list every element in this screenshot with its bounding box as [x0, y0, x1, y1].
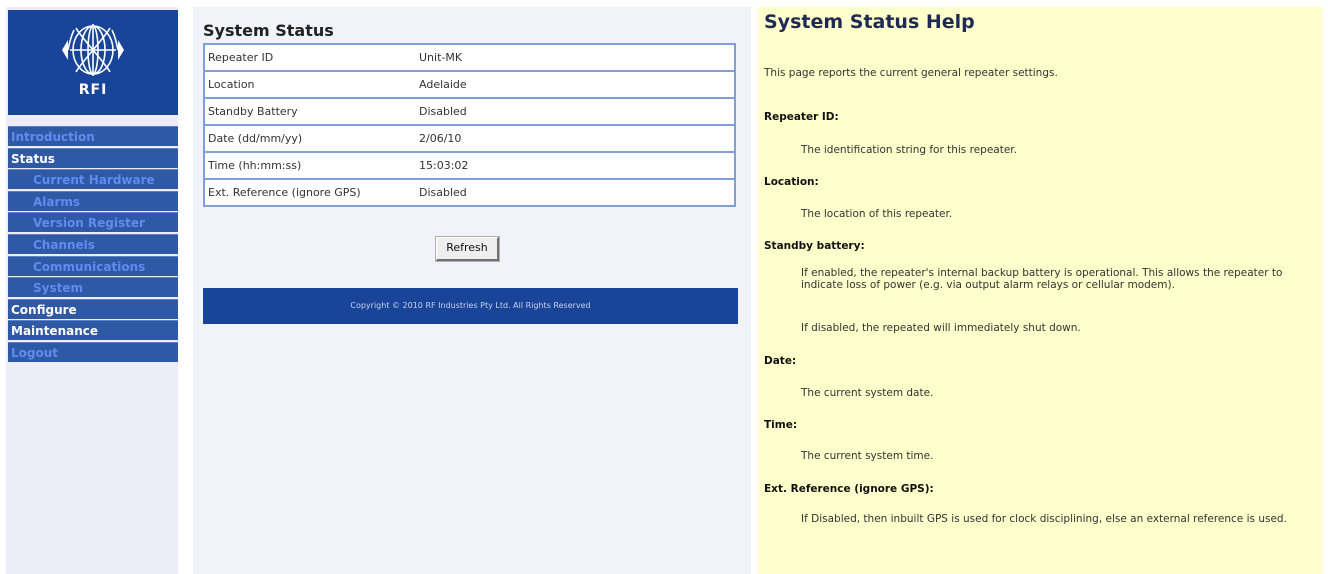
rfi-logo[interactable]: RFI — [8, 10, 178, 115]
sidebar: RFI Introduction Status Current Hardware Al… — [6, 7, 178, 574]
help-title: System Status Help — [764, 11, 975, 33]
sidebar-nav: Introduction Status Current Hardware Alarms… — [8, 126, 178, 364]
help-text-repeater-id: The identification string for this repea… — [801, 144, 1017, 156]
help-text-standby-disabled: If disabled, the repeated will immediate… — [801, 322, 1081, 334]
row-value: 15:03:02 — [419, 152, 735, 180]
antenna-logo-icon — [62, 24, 124, 76]
help-heading-date: Date: — [764, 355, 797, 367]
refresh-button[interactable]: Refresh — [435, 236, 500, 262]
row-value: Disabled — [419, 179, 735, 207]
help-panel: System Status Help This page reports the… — [758, 7, 1322, 574]
page: RFI Introduction Status Current Hardware Al… — [0, 0, 1328, 574]
main-content: System Status Repeater ID Unit-MK Location… — [193, 7, 751, 574]
sidebar-item-communications[interactable]: Communications — [8, 255, 178, 276]
help-text-standby: If enabled, the repeater's internal back… — [801, 267, 1283, 291]
help-heading-location: Location: — [764, 176, 819, 188]
table-row: Standby Battery Disabled — [204, 98, 735, 126]
page-title: System Status — [203, 21, 334, 40]
help-text-ext-ref: If Disabled, then inbuilt GPS is used fo… — [801, 513, 1287, 525]
row-label: Ext. Reference (ignore GPS) — [204, 179, 419, 207]
sidebar-item-introduction[interactable]: Introduction — [8, 126, 178, 146]
help-heading-ext-ref: Ext. Reference (ignore GPS): — [764, 483, 934, 495]
row-label: Standby Battery — [204, 98, 419, 126]
help-heading-repeater-id: Repeater ID: — [764, 111, 839, 123]
row-value: Disabled — [419, 98, 735, 126]
help-text-location: The location of this repeater. — [801, 208, 953, 220]
help-intro: This page reports the current general re… — [764, 67, 1058, 79]
help-text-time: The current system time. — [801, 450, 934, 462]
sidebar-item-alarms[interactable]: Alarms — [8, 190, 178, 211]
row-value: Adelaide — [419, 71, 735, 99]
row-label: Repeater ID — [204, 44, 419, 72]
row-value: Unit-MK — [419, 44, 735, 72]
help-text-date: The current system date. — [801, 387, 934, 399]
status-table: Repeater ID Unit-MK Location Adelaide Standb… — [203, 43, 736, 207]
row-value: 2/06/10 — [419, 125, 735, 153]
sidebar-item-status[interactable]: Status — [8, 147, 178, 168]
logo-text: RFI — [78, 82, 108, 98]
table-row: Location Adelaide — [204, 71, 735, 99]
table-row: Date (dd/mm/yy) 2/06/10 — [204, 125, 735, 153]
row-label: Time (hh:mm:ss) — [204, 152, 419, 180]
sidebar-item-channels[interactable]: Channels — [8, 233, 178, 254]
sidebar-item-configure[interactable]: Configure — [8, 298, 178, 319]
row-label: Date (dd/mm/yy) — [204, 125, 419, 153]
row-label: Location — [204, 71, 419, 99]
footer: Copyright © 2010 RF Industries Pty Ltd. … — [203, 288, 738, 324]
sidebar-item-maintenance[interactable]: Maintenance — [8, 320, 178, 341]
help-heading-standby: Standby battery: — [764, 240, 865, 252]
table-row: Repeater ID Unit-MK — [204, 44, 735, 72]
sidebar-item-logout[interactable]: Logout — [8, 341, 178, 362]
help-heading-time: Time: — [764, 419, 798, 431]
sidebar-item-current-hardware[interactable]: Current Hardware — [8, 169, 178, 190]
sidebar-item-version-register[interactable]: Version Register — [8, 212, 178, 233]
table-row: Time (hh:mm:ss) 15:03:02 — [204, 152, 735, 180]
table-row: Ext. Reference (ignore GPS) Disabled — [204, 179, 735, 207]
sidebar-item-system[interactable]: System — [8, 277, 178, 298]
